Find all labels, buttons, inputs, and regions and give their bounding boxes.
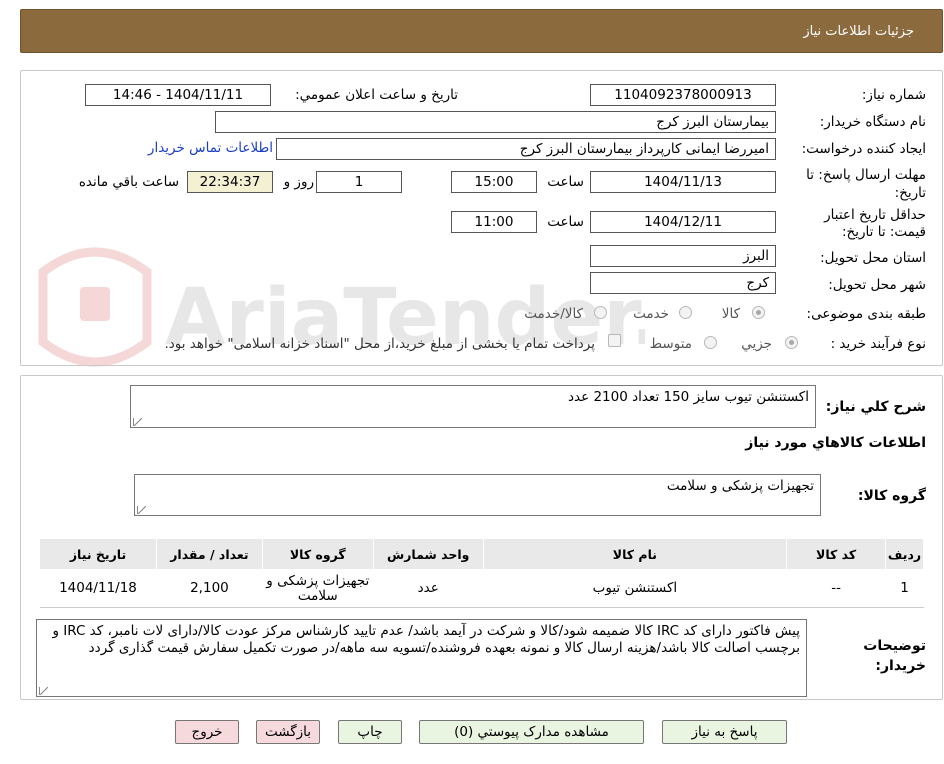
- category-radio-service[interactable]: [679, 306, 692, 319]
- category-option-goods-service: کالا/خدمت: [524, 306, 583, 322]
- page-header: جزئیات اطلاعات نیاز: [20, 9, 943, 53]
- city-label: شهر محل تحويل:: [828, 277, 926, 293]
- process-option-medium: متوسط: [649, 336, 692, 352]
- summary-textarea: اکستنشن تیوب سایز 150 تعداد 2100 عدد: [130, 385, 816, 428]
- col-header-group: گروه کالا: [261, 538, 374, 570]
- remaining-label: ساعت باقي مانده: [78, 174, 179, 190]
- process-radio-minor[interactable]: [785, 336, 798, 349]
- province-label: استان محل تحويل:: [820, 250, 926, 266]
- goods-section-title: اطلاعات کالاهاي مورد نياز: [745, 435, 926, 451]
- days-remaining-field: 1: [316, 171, 402, 193]
- summary-label: شرح کلي نياز:: [825, 399, 926, 415]
- notes-textarea: پیش فاکتور دارای کد IRC کالا ضمیمه شود/ک…: [36, 619, 807, 697]
- row-index: 1: [885, 569, 924, 608]
- table-row: 1 -- اکستنشن تیوب عدد تجهیزات پزشکی و سل…: [39, 569, 924, 608]
- category-radio-goods-service[interactable]: [594, 306, 607, 319]
- category-label: طبقه بندی موضوعی:: [806, 306, 926, 322]
- buyer-org-field: بیمارستان البرز کرج: [215, 111, 776, 133]
- category-radio-goods[interactable]: [752, 306, 765, 319]
- col-header-quantity: تعداد / مقدار: [155, 538, 263, 570]
- validity-time-field: 11:00: [451, 211, 537, 233]
- deadline-time-field: 15:00: [451, 171, 537, 193]
- resize-grip-icon[interactable]: [39, 687, 48, 695]
- exit-button[interactable]: خروج: [175, 720, 239, 744]
- notes-text: پیش فاکتور دارای کد IRC کالا ضمیمه شود/ک…: [52, 623, 800, 656]
- category-option-goods: کالا: [721, 306, 740, 322]
- reply-button[interactable]: پاسخ به نياز: [662, 720, 787, 744]
- goods-group-text: تجهیزات پزشکی و سلامت: [666, 478, 814, 494]
- col-header-unit: واحد شمارش: [372, 538, 484, 570]
- notes-label-line2: خريدار:: [875, 658, 926, 674]
- city-field: کرج: [590, 272, 776, 294]
- row-group: تجهیزات پزشکی و سلامت: [262, 569, 374, 608]
- buyer-contact-link[interactable]: اطلاعات تماس خريدار: [148, 140, 273, 156]
- validity-date-field: 1404/12/11: [590, 211, 776, 233]
- deadline-date-field: 1404/11/13: [590, 171, 776, 193]
- notes-label-line1: توضيحات: [863, 638, 926, 654]
- remaining-time-field: 22:34:37: [187, 171, 273, 193]
- view-attachments-button[interactable]: مشاهده مدارک پيوستي (0): [419, 720, 644, 744]
- days-label: روز و: [283, 174, 314, 190]
- resize-grip-icon[interactable]: [137, 506, 146, 514]
- goods-group-label: گروه کالا:: [857, 488, 926, 504]
- row-name: اکستنشن تیوب: [483, 569, 787, 608]
- goods-group-textarea: تجهیزات پزشکی و سلامت: [134, 474, 821, 516]
- row-quantity: 2,100: [156, 569, 263, 608]
- buyer-org-label: نام دستگاه خريدار:: [819, 114, 926, 130]
- need-number-field: 1104092378000913: [590, 84, 776, 106]
- deadline-time-label: ساعت: [547, 174, 584, 190]
- goods-table-header: رديف کد کالا نام کالا واحد شمارش گروه کا…: [39, 538, 924, 570]
- col-header-index: رديف: [885, 538, 924, 570]
- col-header-name: نام کالا: [482, 538, 788, 570]
- deadline-label-line2: تاريخ:: [894, 185, 926, 201]
- deadline-label-line1: مهلت ارسال پاسخ: تا: [806, 167, 926, 183]
- treasury-note: پرداخت تمام يا بخشی از مبلغ خريد،از محل …: [164, 336, 595, 352]
- process-label: نوع فرآيند خريد :: [830, 336, 926, 352]
- row-unit: عدد: [373, 569, 484, 608]
- announce-datetime-field: 1404/11/11 - 14:46: [85, 84, 271, 106]
- row-date: 1404/11/18: [39, 569, 157, 608]
- validity-label-line1: حداقل تاريخ اعتبار: [824, 207, 926, 223]
- page-title: جزئیات اطلاعات نیاز: [803, 24, 914, 39]
- back-button[interactable]: بازگشت: [256, 720, 320, 744]
- need-number-label: شماره نیاز:: [861, 87, 926, 103]
- process-radio-medium[interactable]: [704, 336, 717, 349]
- announce-label: تاریخ و ساعت اعلان عمومي:: [295, 87, 458, 103]
- row-code: --: [786, 569, 886, 608]
- process-option-minor: جزيي: [741, 336, 772, 352]
- requester-field: امیررضا ایمانی کارپرداز بیمارستان البرز …: [276, 138, 776, 160]
- summary-text: اکستنشن تیوب سایز 150 تعداد 2100 عدد: [567, 389, 809, 405]
- col-header-code: کد کالا: [786, 538, 887, 570]
- col-header-date: تاريخ نياز: [39, 538, 157, 570]
- validity-time-label: ساعت: [547, 214, 584, 230]
- requester-label: ايجاد کننده درخواست:: [801, 141, 926, 157]
- goods-table: رديف کد کالا نام کالا واحد شمارش گروه کا…: [39, 538, 924, 608]
- resize-grip-icon[interactable]: [133, 418, 142, 426]
- treasury-checkbox[interactable]: [608, 334, 621, 347]
- print-button[interactable]: چاپ: [338, 720, 402, 744]
- validity-label-line2: قيمت: تا تاريخ:: [842, 224, 926, 240]
- category-option-service: خدمت: [633, 306, 669, 322]
- province-field: البرز: [590, 245, 776, 267]
